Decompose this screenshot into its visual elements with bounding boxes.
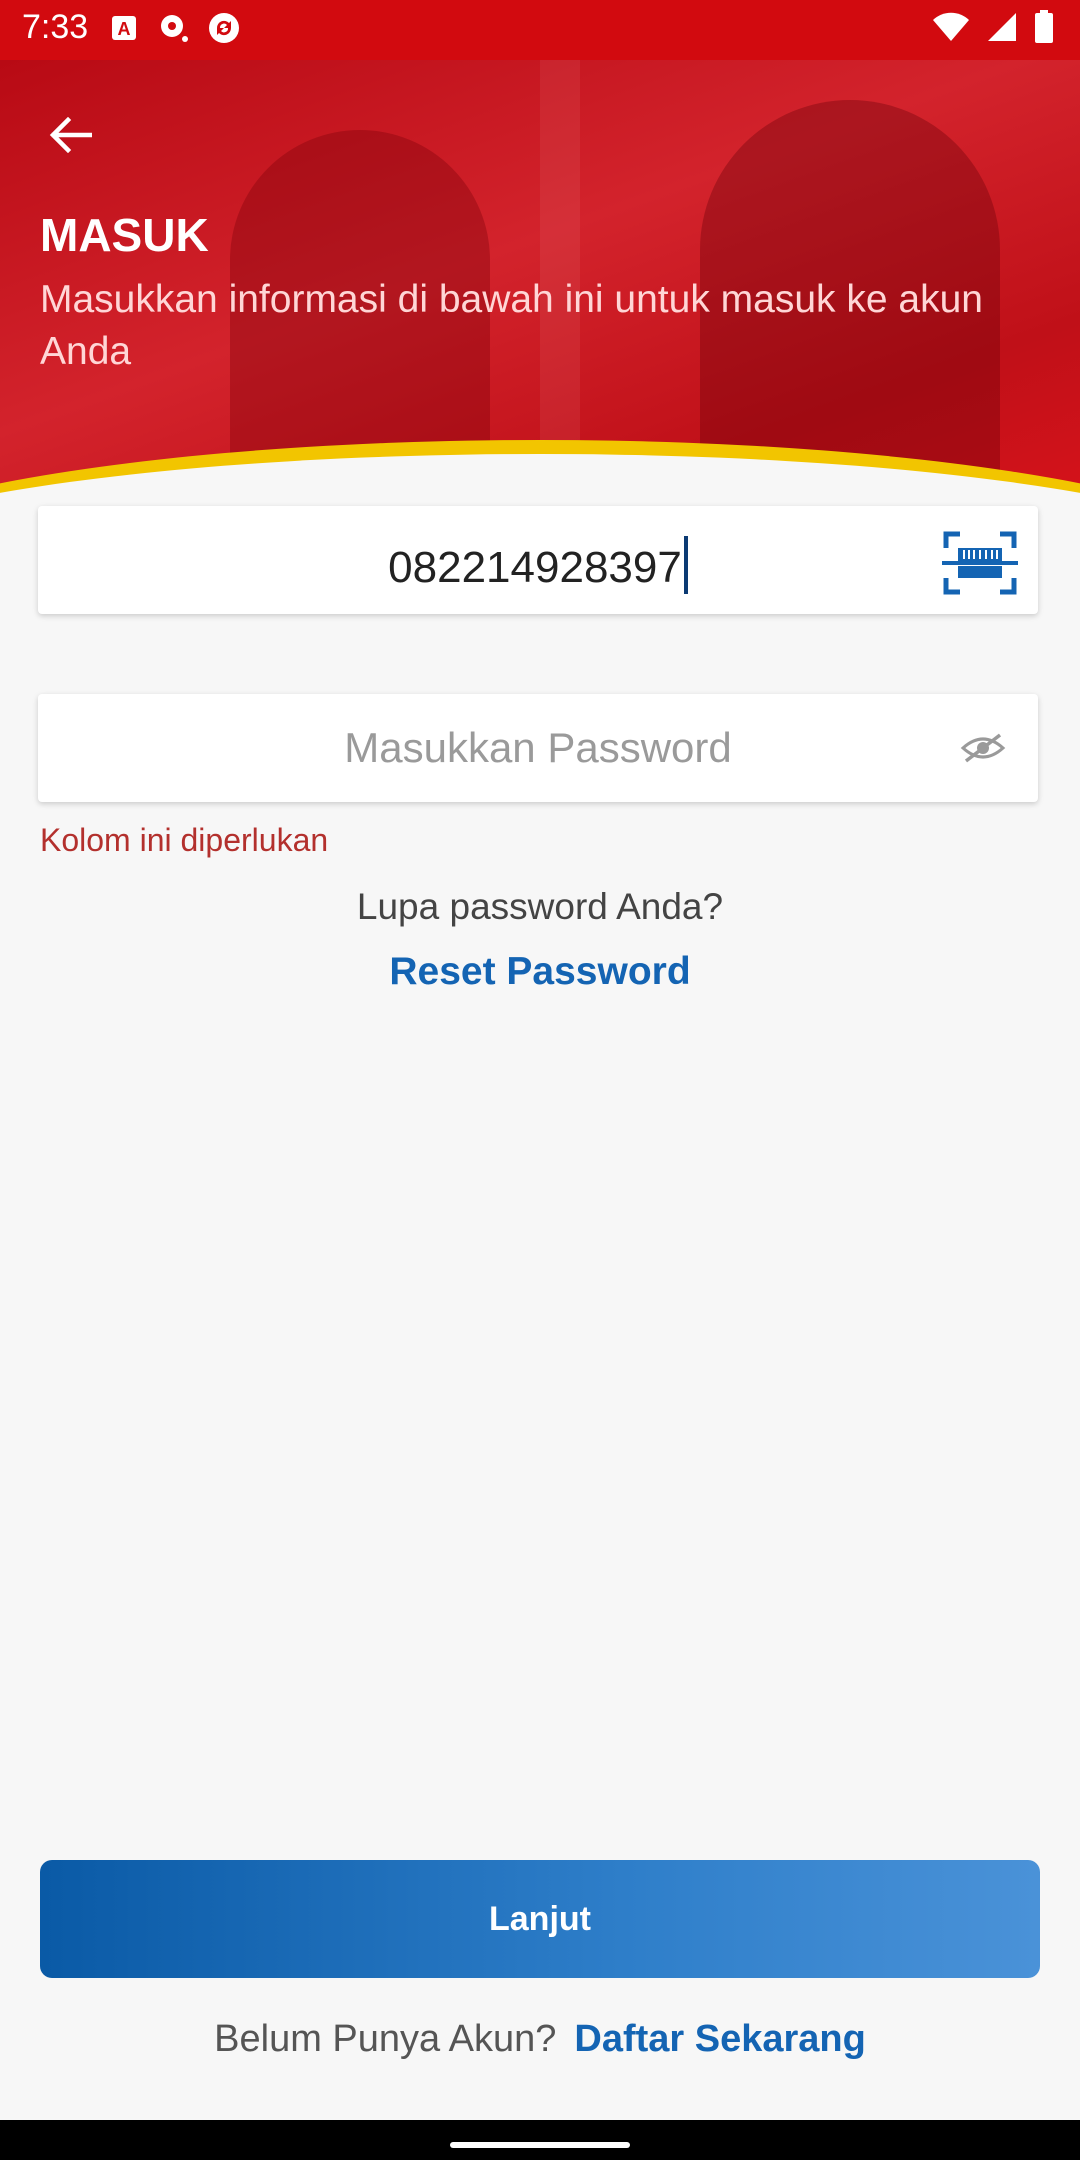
back-arrow-icon bbox=[49, 117, 92, 153]
page-title: MASUK bbox=[40, 209, 209, 261]
page-subtitle: Masukkan informasi di bawah ini untuk ma… bbox=[40, 278, 983, 373]
register-link[interactable]: Daftar Sekarang bbox=[574, 2018, 865, 2060]
svg-text:A: A bbox=[118, 19, 131, 39]
reset-password-link[interactable]: Reset Password bbox=[0, 950, 1080, 994]
chat-icon bbox=[158, 12, 190, 44]
phone-input[interactable]: 082214928397 bbox=[388, 543, 682, 592]
sync-icon bbox=[208, 12, 240, 44]
navigation-bar bbox=[0, 2120, 1080, 2160]
text-caret bbox=[683, 536, 688, 594]
eye-hidden-icon[interactable] bbox=[960, 732, 1006, 764]
signal-icon bbox=[986, 11, 1018, 48]
wifi-icon bbox=[932, 12, 970, 47]
battery-icon bbox=[1034, 10, 1054, 49]
back-button[interactable] bbox=[40, 105, 100, 165]
forgot-password-text: Lupa password Anda? bbox=[356, 886, 724, 927]
system-icons bbox=[932, 10, 1054, 49]
status-bar: 7:33 A bbox=[0, 0, 1080, 60]
register-prompt: Belum Punya Akun? bbox=[214, 2018, 557, 2060]
password-error-text: Kolom ini diperlukan bbox=[40, 822, 329, 858]
submit-button[interactable]: Lanjut bbox=[40, 1860, 1040, 1978]
notification-icons: A bbox=[108, 12, 240, 44]
password-field[interactable]: Masukkan Password bbox=[38, 694, 1038, 802]
register-row: Belum Punya Akun? Daftar Sekarang bbox=[0, 2018, 1080, 2061]
phone-value-wrap: 082214928397 bbox=[38, 536, 1038, 594]
home-gesture-handle[interactable] bbox=[450, 2142, 630, 2148]
phone-field[interactable]: 082214928397 bbox=[38, 506, 1038, 614]
status-time: 7:33 bbox=[22, 8, 89, 46]
password-input[interactable]: Masukkan Password bbox=[38, 724, 1038, 772]
barcode-scan-icon[interactable] bbox=[942, 530, 1018, 596]
app-a-icon: A bbox=[108, 12, 140, 44]
